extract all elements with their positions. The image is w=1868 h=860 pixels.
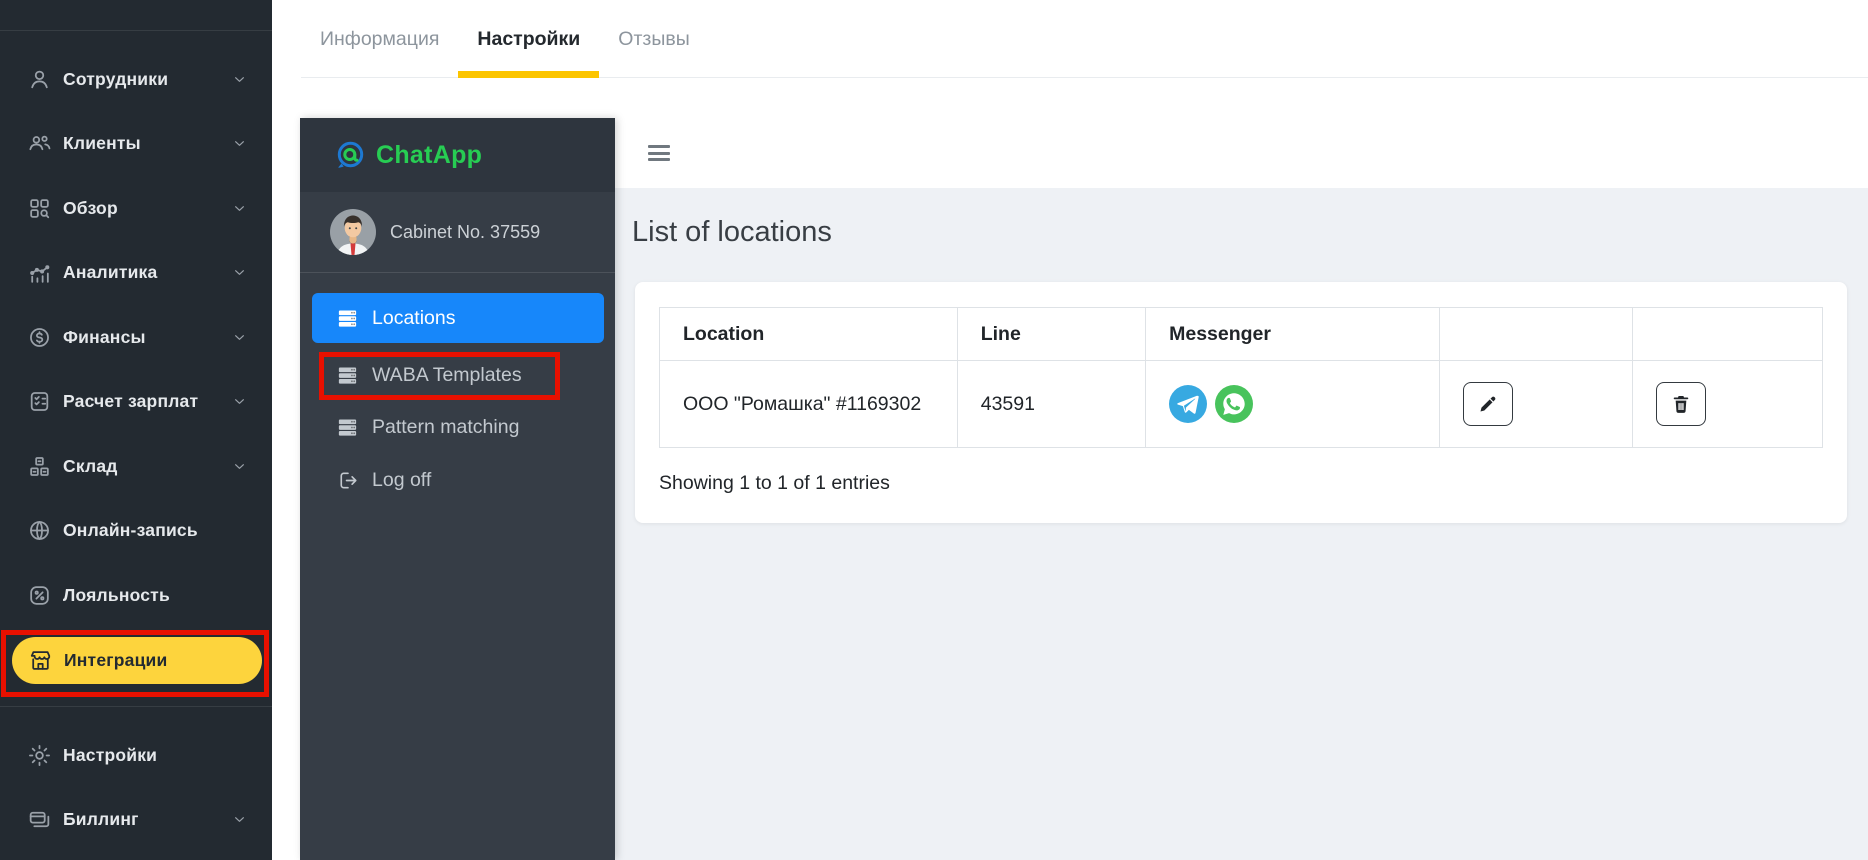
tab-reviews[interactable]: Отзывы [599,0,708,78]
tab-settings[interactable]: Настройки [458,0,599,78]
column-header-line: Line [957,308,1145,361]
menu-item-waba-templates[interactable]: WABA Templates [312,352,604,399]
avatar [330,209,376,255]
locations-table: Location Line Messenger ООО "Ромашка" #1… [659,307,1823,448]
page-tabs: Информация Настройки Отзывы [272,0,1868,78]
chevron-down-icon [231,71,248,88]
locations-card: Location Line Messenger ООО "Ромашка" #1… [635,282,1847,523]
sidebar-item-online-booking[interactable]: Онлайн-запись [0,499,272,564]
table-header-row: Location Line Messenger [660,308,1823,361]
edit-cell [1440,361,1633,448]
people-icon [27,131,52,156]
chevron-down-icon [231,811,248,828]
sidebar-item-label: Клиенты [63,133,231,154]
messenger-cell [1146,361,1440,448]
integrations-active-pill[interactable]: Интеграции [12,637,262,685]
table-row: ООО "Ромашка" #1169302 43591 [660,361,1823,448]
page-title: List of locations [632,214,1868,250]
delete-cell [1633,361,1823,448]
sidebar-item-warehouse[interactable]: Склад [0,434,272,499]
payroll-sheet-icon [27,389,52,414]
menu-item-locations[interactable]: Locations [312,293,604,343]
sidebar-item-payroll[interactable]: Расчет зарплат [0,370,272,435]
sidebar-item-label: Расчет зарплат [63,391,231,412]
column-header-location: Location [660,308,958,361]
stack-icon [336,307,359,330]
menu-item-label: Pattern matching [372,416,519,439]
chevron-down-icon [231,200,248,217]
storefront-icon [28,648,53,673]
gear-icon [27,743,52,768]
sidebar-header-spacer [0,0,272,31]
menu-item-pattern-matching[interactable]: Pattern matching [312,402,604,452]
stack-icon [336,364,359,387]
finance-coin-icon [27,325,52,350]
chatapp-topbar [615,118,1868,188]
pencil-icon [1477,393,1499,415]
sidebar-item-integrations[interactable]: Интеграции [0,628,272,693]
column-header-delete [1633,308,1823,361]
tab-information[interactable]: Информация [301,0,458,78]
sidebar-item-employees[interactable]: Сотрудники [0,47,272,112]
trash-icon [1670,393,1692,415]
menu-item-label: Locations [372,307,455,330]
sidebar-item-label: Настройки [63,745,248,766]
stack-icon [336,416,359,439]
sidebar-nav-bottom: Настройки Биллинг [0,707,272,852]
chatapp-logo-icon [334,139,366,171]
chevron-down-icon [231,393,248,410]
chevron-down-icon [231,135,248,152]
logout-icon [336,469,359,492]
warehouse-boxes-icon [27,454,52,479]
main-sidebar: Сотрудники Клиенты Обзор Аналитика [0,0,272,860]
sidebar-item-label: Интеграции [64,650,246,671]
analytics-chart-icon [27,260,52,285]
sidebar-item-label: Онлайн-запись [63,520,248,541]
location-cell: ООО "Ромашка" #1169302 [660,361,958,448]
menu-item-label: WABA Templates [372,364,522,387]
sidebar-item-label: Обзор [63,198,231,219]
edit-button[interactable] [1463,382,1513,426]
chevron-down-icon [231,458,248,475]
delete-button[interactable] [1656,382,1706,426]
sidebar-item-finance[interactable]: Финансы [0,305,272,370]
table-entries-summary: Showing 1 to 1 of 1 entries [659,472,1823,495]
sidebar-item-label: Склад [63,456,231,477]
sidebar-item-label: Финансы [63,327,231,348]
cabinet-user-row[interactable]: Cabinet No. 37559 [300,192,615,273]
chatapp-header: ChatApp [300,118,615,192]
sidebar-item-settings[interactable]: Настройки [0,723,272,788]
sidebar-item-label: Биллинг [63,809,231,830]
sidebar-item-billing[interactable]: Биллинг [0,788,272,853]
telegram-icon[interactable] [1169,385,1207,423]
person-icon [27,67,52,92]
percent-badge-icon [27,583,52,608]
sidebar-item-label: Сотрудники [63,69,231,90]
column-header-messenger: Messenger [1146,308,1440,361]
sidebar-item-loyalty[interactable]: Лояльность [0,563,272,628]
chevron-down-icon [231,264,248,281]
hamburger-menu-icon[interactable] [648,142,672,165]
chatapp-main: List of locations Location Line Messenge… [615,118,1868,860]
sidebar-item-analytics[interactable]: Аналитика [0,241,272,306]
chatapp-sidebar: ChatApp Cabinet No. 37559 [300,118,615,860]
sidebar-nav: Сотрудники Клиенты Обзор Аналитика [0,31,272,852]
billing-cards-icon [27,807,52,832]
sidebar-item-label: Лояльность [63,585,248,606]
menu-item-label: Log off [372,469,431,492]
menu-item-log-off[interactable]: Log off [312,455,604,505]
chatapp-menu: Locations WABA Templates Pattern matchin… [300,273,615,505]
sidebar-item-label: Аналитика [63,262,231,283]
chevron-down-icon [231,329,248,346]
column-header-edit [1440,308,1633,361]
globe-icon [27,518,52,543]
line-cell: 43591 [957,361,1145,448]
sidebar-item-overview[interactable]: Обзор [0,176,272,241]
chatapp-brand-name: ChatApp [376,141,482,170]
whatsapp-icon[interactable] [1215,385,1253,423]
overview-grid-icon [27,196,52,221]
cabinet-number-label: Cabinet No. 37559 [390,222,540,243]
sidebar-item-clients[interactable]: Клиенты [0,112,272,177]
